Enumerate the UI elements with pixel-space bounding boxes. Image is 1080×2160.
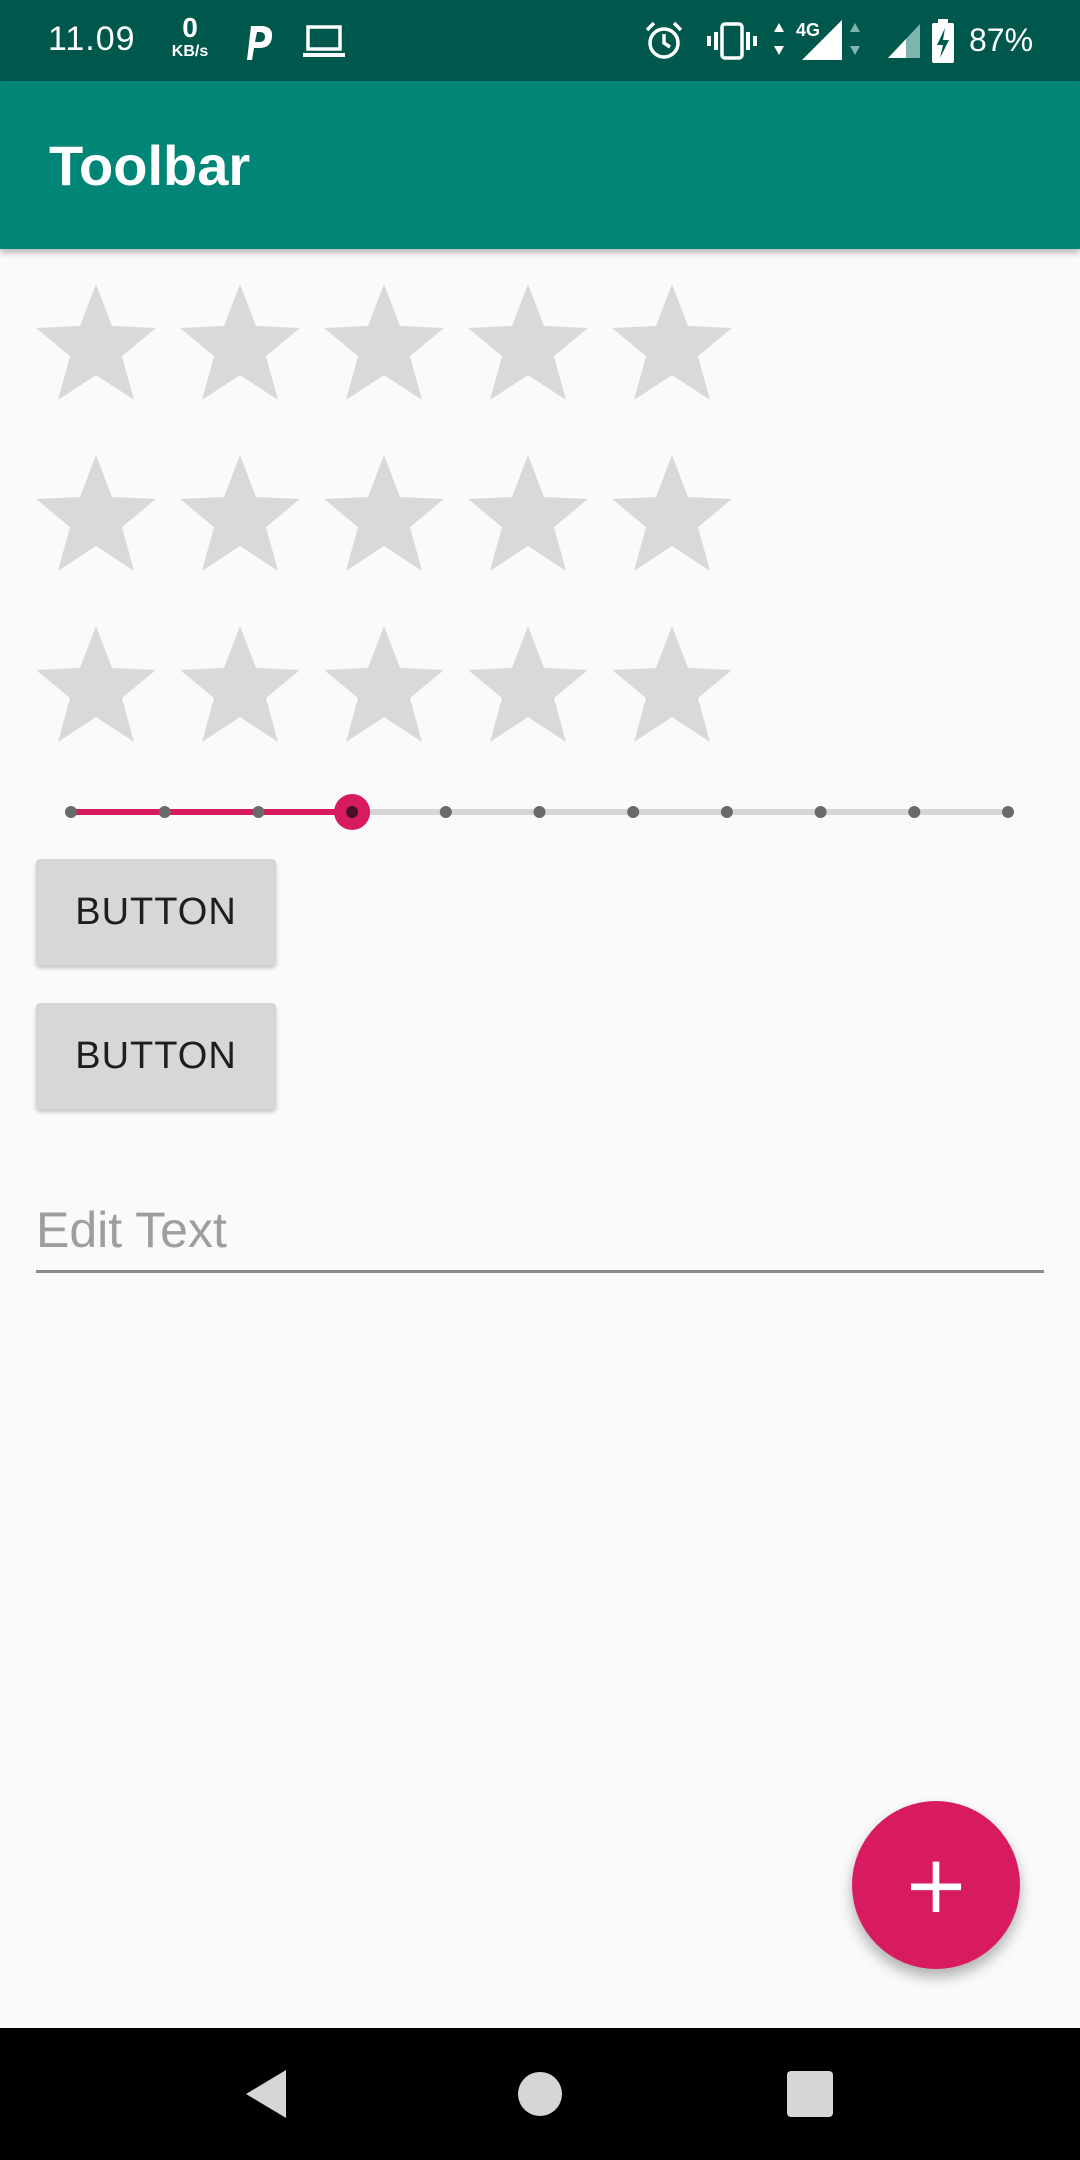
status-time: 11.09 [48,20,136,58]
star-icon[interactable] [609,622,735,748]
net-speed-unit: KB/s [171,43,209,60]
battery-percent: 87% [969,22,1034,58]
net-speed-value: 0 [182,12,198,43]
battery-charging-icon [932,19,954,63]
star-icon[interactable] [465,622,591,748]
home-icon[interactable] [510,2064,570,2124]
seekbar-tick [814,806,827,818]
seekbar-tick [158,806,171,818]
star-icon[interactable] [609,280,735,406]
button-2[interactable]: BUTTON [36,1003,276,1109]
edit-text-field[interactable] [36,1190,1044,1273]
rating-bar-3[interactable] [33,622,753,748]
laptop-icon [303,25,345,57]
svg-text:4G: 4G [796,20,820,40]
add-fab-button[interactable]: + [852,1801,1020,1969]
back-icon[interactable] [240,2064,300,2124]
button-1[interactable]: BUTTON [36,859,276,965]
star-icon[interactable] [177,280,303,406]
plus-icon: + [902,1838,970,1931]
toolbar: Toolbar [0,81,1080,249]
toolbar-title: Toolbar [49,134,251,197]
seekbar-tick [65,806,77,818]
star-icon[interactable] [465,280,591,406]
recents-icon[interactable] [780,2064,840,2124]
seekbar-thumb-tick [346,806,359,818]
seekbar-tick [533,806,546,818]
4g-signal-icon: 4G [774,20,860,60]
star-icon[interactable] [177,451,303,577]
seekbar-tick [908,806,921,818]
seekbar-tick [720,806,733,818]
star-icon[interactable] [177,622,303,748]
rating-bar-1[interactable] [33,280,753,406]
star-icon[interactable] [33,280,159,406]
discrete-seekbar[interactable] [60,790,1020,834]
p-notification-icon [247,26,273,60]
star-icon[interactable] [33,622,159,748]
vibrate-icon [707,22,757,60]
seekbar-tick [1002,806,1014,818]
seekbar-tick [439,806,452,818]
star-icon[interactable] [609,451,735,577]
star-icon[interactable] [33,451,159,577]
signal-icon [888,24,920,58]
seekbar-tick [627,806,640,818]
star-icon[interactable] [321,451,447,577]
status-bar: 11.09 0 KB/s 4G 87% [0,0,1080,81]
star-icon[interactable] [465,451,591,577]
seekbar-tick [252,806,265,818]
rating-bar-2[interactable] [33,451,753,577]
alarm-icon [645,21,683,59]
navigation-bar [0,2028,1080,2160]
net-speed-indicator: 0 KB/s [166,14,214,60]
star-icon[interactable] [321,280,447,406]
star-icon[interactable] [321,622,447,748]
